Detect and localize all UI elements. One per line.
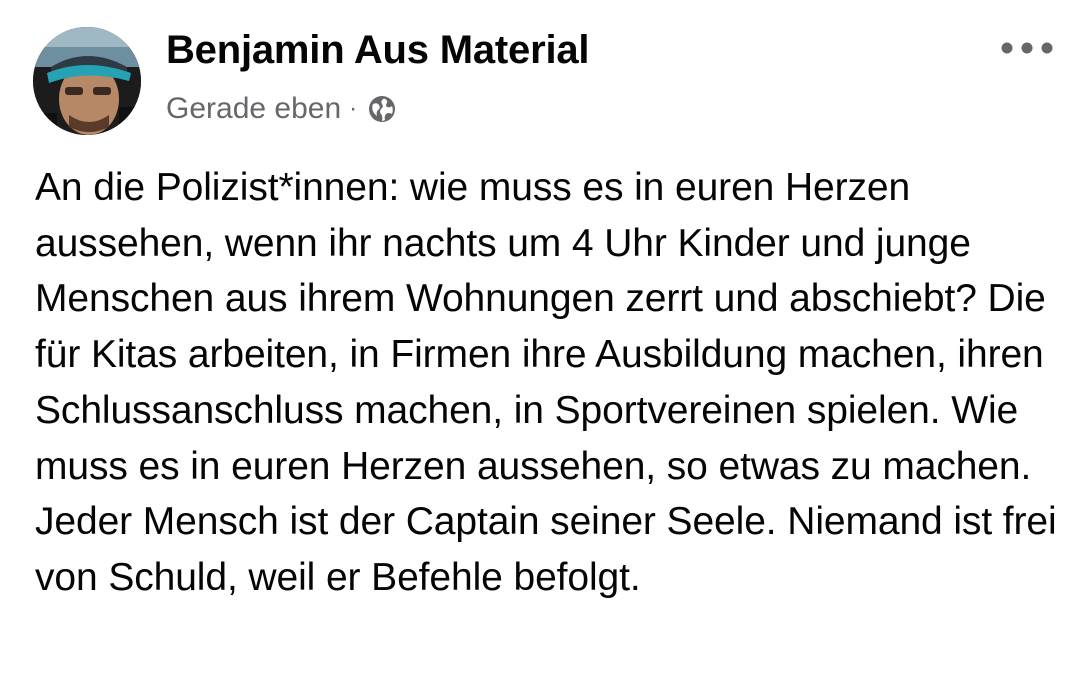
more-options-button[interactable] — [996, 30, 1058, 66]
post-text: An die Polizist*innen: wie muss es in eu… — [35, 166, 1057, 599]
timestamp[interactable]: Gerade eben — [166, 92, 341, 126]
globe-icon[interactable] — [367, 94, 397, 124]
more-options-icon — [1001, 42, 1053, 54]
avatar-image — [33, 27, 141, 135]
avatar[interactable] — [33, 27, 141, 135]
post-meta: Gerade eben · — [166, 90, 397, 128]
meta-separator: · — [349, 95, 358, 122]
author-name[interactable]: Benjamin Aus Material — [166, 28, 590, 73]
post-card: Benjamin Aus Material Gerade eben · An d… — [0, 0, 1080, 695]
